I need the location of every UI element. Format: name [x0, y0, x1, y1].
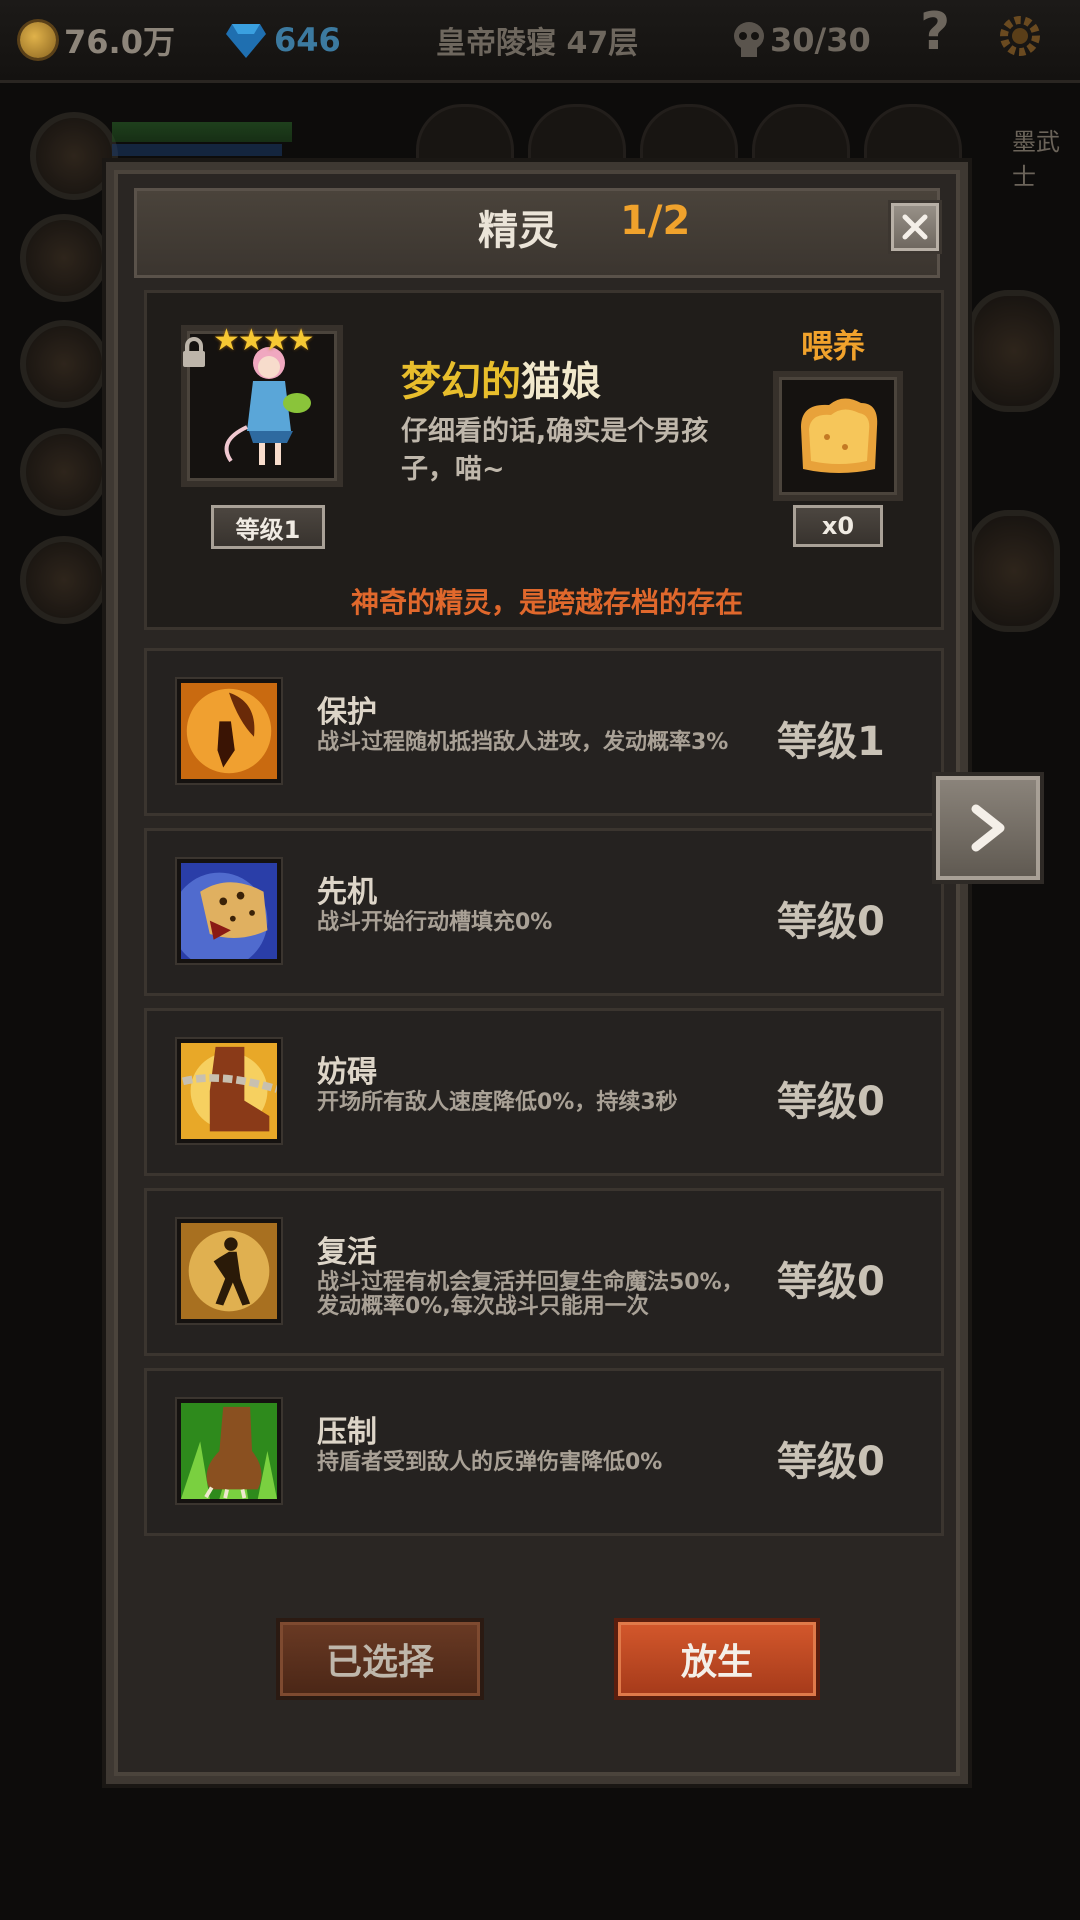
skill-name: 妨碍 — [317, 1055, 377, 1090]
bg-side-portrait — [968, 290, 1060, 412]
skull-icon — [734, 22, 764, 57]
chained-boot-icon — [177, 1039, 281, 1143]
pet-level-badge: 等级1 — [211, 505, 325, 549]
close-icon — [902, 214, 928, 240]
star-rating: ★★★★ — [213, 323, 315, 358]
skill-description: 持盾者受到敌人的反弹伤害降低0% — [317, 1450, 663, 1475]
skill-row[interactable]: 保护 战斗过程随机抵挡敌人进攻，发动概率3% 等级1 — [144, 648, 944, 816]
skill-level: 等级0 — [777, 1259, 885, 1305]
skill-level: 等级0 — [777, 1079, 885, 1125]
food-count-badge: x0 — [793, 505, 883, 547]
leopard-icon — [177, 859, 281, 963]
release-button[interactable]: 放生 — [614, 1618, 820, 1700]
gem-value: 646 — [274, 21, 341, 59]
help-icon: ? — [920, 2, 951, 62]
bg-hero-portrait — [20, 320, 108, 408]
skill-level: 等级1 — [777, 719, 885, 765]
bg-hero-name: 墨武士 — [1012, 128, 1060, 191]
spirit-dialog: 精灵 1/2 ★★★★ 等级1 梦幻的猫娘 仔细看的话,确实是个男孩子，喵~ 喂… — [106, 162, 968, 1784]
pet-name: 梦幻的猫娘 — [401, 349, 601, 407]
close-button[interactable] — [888, 200, 942, 254]
skill-name: 保护 — [317, 695, 377, 730]
feed-button[interactable] — [773, 371, 903, 501]
skill-description: 开场所有敌人速度降低0%，持续3秒 — [317, 1090, 678, 1115]
page-indicator: 1/2 — [620, 198, 691, 244]
feed-label: 喂养 — [801, 327, 866, 365]
selected-button[interactable]: 已选择 — [276, 1618, 484, 1700]
location-label: 皇帝陵寝 47层 — [436, 26, 639, 61]
diamond-icon — [226, 24, 266, 58]
skill-row[interactable]: 先机 战斗开始行动槽填充0% 等级0 — [144, 828, 944, 996]
skill-name: 先机 — [317, 875, 377, 910]
bg-hero-portrait — [20, 214, 108, 302]
gem-counter: 646 — [226, 18, 341, 62]
pet-tagline: 神奇的精灵，是跨越存档的存在 — [350, 586, 743, 619]
gold-value: 76.0万 — [64, 23, 175, 61]
skill-row[interactable]: 妨碍 开场所有敌人速度降低0%，持续3秒 等级0 — [144, 1008, 944, 1176]
bg-health-bar — [112, 122, 292, 142]
skill-description: 战斗开始行动槽填充0% — [317, 910, 553, 935]
lock-icon[interactable] — [181, 337, 207, 369]
skill-row[interactable]: 复活 战斗过程有机会复活并回复生命魔法50%，发动概率0%,每次战斗只能用一次 … — [144, 1188, 944, 1356]
next-page-button[interactable] — [932, 772, 1044, 884]
skill-name: 复活 — [317, 1235, 377, 1270]
coin-icon — [20, 22, 56, 58]
stamina-counter: 30/30 — [732, 18, 871, 62]
revive-silhouette-icon — [177, 1219, 281, 1323]
bg-side-portrait — [968, 510, 1060, 632]
help-button[interactable]: ? — [920, 2, 950, 62]
pet-name-prefix: 梦幻的 — [401, 359, 521, 405]
chevron-right-icon — [971, 804, 1005, 852]
skill-row[interactable]: 压制 持盾者受到敌人的反弹伤害降低0% 等级0 — [144, 1368, 944, 1536]
beast-claw-icon — [177, 1399, 281, 1503]
skill-description: 战斗过程随机抵挡敌人进攻，发动概率3% — [317, 730, 729, 755]
skill-name: 压制 — [317, 1415, 377, 1450]
skill-level: 等级0 — [777, 1439, 885, 1485]
top-status-bar: 76.0万 646 皇帝陵寝 47层 30/30 ? — [0, 0, 1080, 83]
bg-mana-bar — [112, 144, 282, 156]
bg-hero-portrait — [20, 428, 108, 516]
skill-level: 等级0 — [777, 899, 885, 945]
stamina-value: 30/30 — [770, 21, 871, 59]
bread-icon — [801, 398, 878, 473]
dialog-title: 精灵 — [478, 208, 558, 254]
gold-counter: 76.0万 — [20, 18, 175, 62]
gear-icon — [1000, 16, 1040, 56]
fairy-shield-icon — [177, 679, 281, 783]
pet-name-main: 猫娘 — [521, 359, 601, 405]
bg-hero-portrait — [20, 536, 108, 624]
pet-description: 仔细看的话,确实是个男孩子，喵~ — [401, 416, 709, 485]
pet-info-panel: ★★★★ 等级1 梦幻的猫娘 仔细看的话,确实是个男孩子，喵~ 喂养 x0 神奇… — [144, 290, 944, 630]
skill-description: 战斗过程有机会复活并回复生命魔法50%，发动概率0%,每次战斗只能用一次 — [317, 1270, 744, 1319]
settings-button[interactable] — [996, 14, 1044, 58]
bg-hero-portrait — [30, 112, 118, 200]
